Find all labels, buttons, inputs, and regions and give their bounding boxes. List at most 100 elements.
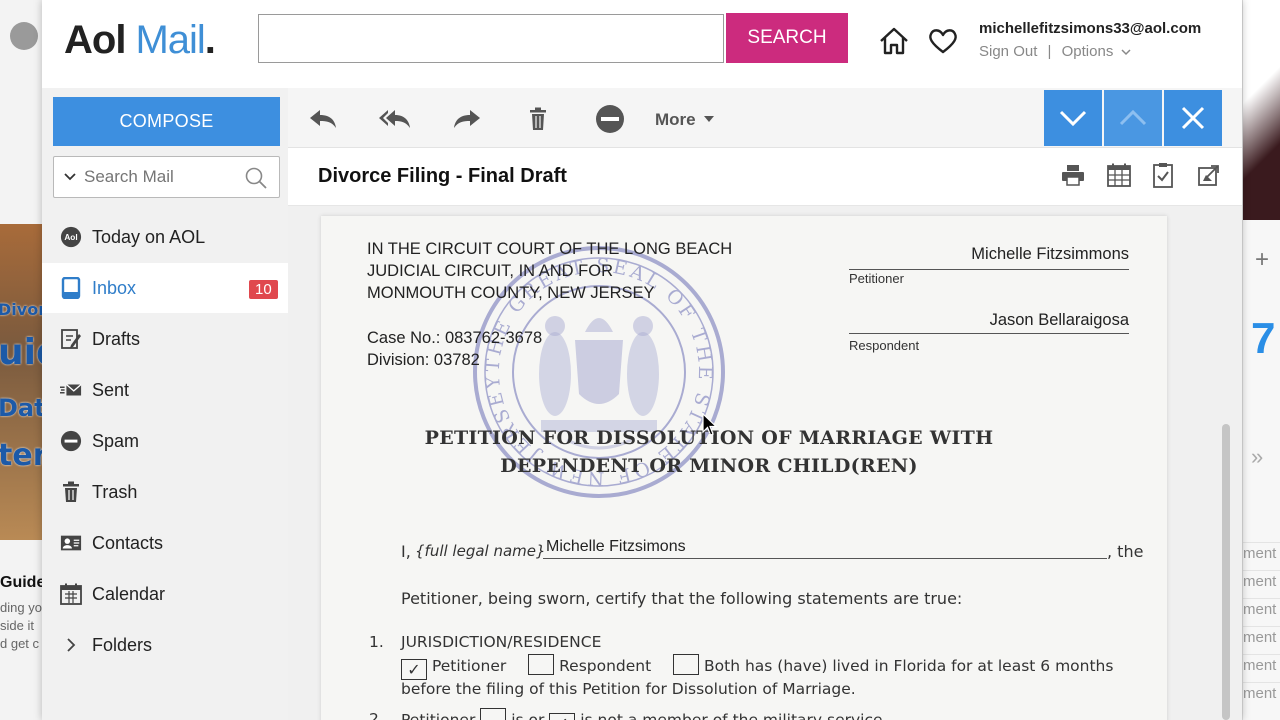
background-promo-image: Divor uid Dat ter [0, 224, 42, 540]
unread-count-badge: 10 [249, 280, 278, 299]
the-suffix: , the [1107, 542, 1144, 561]
scrollbar-thumb[interactable] [1222, 424, 1230, 720]
sidebar-item-calendar[interactable]: Calendar [42, 569, 288, 619]
home-icon[interactable] [878, 26, 910, 61]
search-button[interactable]: SEARCH [726, 13, 848, 63]
full-legal-name-value: Michelle Fitzsimons [546, 538, 686, 555]
background-menu-fragment: ment [1243, 682, 1280, 706]
aol-mail-logo[interactable]: Aol Mail. [64, 18, 216, 63]
sidebar-item-trash[interactable]: Trash [42, 467, 288, 517]
popout-button[interactable] [1196, 162, 1222, 188]
background-menu-fragment: ment [1243, 570, 1280, 594]
name-underline [543, 558, 1107, 559]
search-mail-box [53, 156, 280, 198]
print-icon [1062, 165, 1084, 186]
sidebar-item-label: Folders [92, 634, 153, 655]
print-button[interactable] [1060, 162, 1086, 188]
case-number: Case No.: 083762-3678 [367, 329, 543, 347]
background-menu-fragment: ment [1243, 598, 1280, 622]
residence-continuation: before the filing of this Petition for D… [401, 680, 856, 698]
background-menu-fragment: ment [1243, 626, 1280, 650]
chevron-up-icon [1119, 109, 1147, 126]
i-prefix: I, [401, 542, 411, 561]
search-icon[interactable] [244, 166, 268, 195]
attached-document: THE GREAT SEAL OF THE STATE OF NEW JERSE… [321, 216, 1167, 720]
delete-button[interactable] [520, 102, 556, 136]
trash-icon [530, 107, 546, 130]
item-heading: JURISDICTION/RESIDENCE [401, 633, 602, 651]
background-menu-fragment: ment [1243, 542, 1280, 566]
mouse-cursor-icon [702, 413, 718, 436]
search-input[interactable] [258, 14, 724, 63]
respondent-name: Jason Bellaraigosa [989, 311, 1129, 329]
sidebar-item-spam[interactable]: Spam [42, 416, 288, 466]
previous-message-button[interactable] [1104, 90, 1162, 146]
promo-word: ter [0, 438, 42, 473]
military-text: is or [511, 711, 545, 720]
military-checkbox [480, 708, 507, 720]
sidebar-item-today-on-aol[interactable]: Aol Today on AOL [42, 212, 288, 262]
option-label: Respondent [559, 657, 652, 675]
svg-text:Aol: Aol [64, 233, 77, 242]
background-snippet: d get c [0, 636, 40, 651]
sign-out-link[interactable]: Sign Out [979, 43, 1037, 60]
petitioner-label: Petitioner [849, 271, 904, 286]
forward-icon [454, 110, 480, 128]
sidebar-item-label: Calendar [92, 583, 166, 604]
division-number: Division: 03782 [367, 351, 480, 369]
reply-all-button[interactable] [377, 102, 413, 136]
close-message-button[interactable] [1164, 90, 1222, 146]
promo-word: uid [0, 332, 42, 373]
petitioner-name: Michelle Fitzsimmons [971, 245, 1129, 263]
message-toolbar: More [288, 88, 1242, 148]
petitioner-checkbox: ✓ [401, 659, 427, 680]
heart-icon[interactable] [928, 28, 958, 59]
item-number: 2. [369, 710, 384, 720]
sidebar: COMPOSE Aol Today on AOL Inbox 10 Drafts… [42, 88, 288, 720]
clipboard-check-icon [1153, 163, 1173, 188]
message-subject-row: Divorce Filing - Final Draft [288, 148, 1242, 206]
sidebar-item-drafts[interactable]: Drafts [42, 314, 288, 364]
logo-aol: Aol [64, 18, 126, 62]
close-icon [1181, 106, 1205, 130]
scrollbar[interactable] [1220, 424, 1232, 720]
calendar-button[interactable] [1106, 162, 1132, 188]
message-subject: Divorce Filing - Final Draft [318, 165, 567, 187]
options-link[interactable]: Options [1062, 43, 1132, 60]
reply-button[interactable] [305, 102, 341, 136]
full-legal-name-label: {full legal name} [415, 542, 546, 560]
spam-button[interactable] [592, 102, 628, 136]
compose-button[interactable]: COMPOSE [53, 97, 280, 146]
sidebar-item-label: Spam [92, 430, 140, 451]
more-menu[interactable]: More [655, 110, 715, 130]
residence-options: ✓ Petitioner Respondent Both has (have) … [401, 654, 1113, 680]
options-label: Options [1061, 43, 1114, 60]
chevron-down-icon[interactable] [64, 168, 76, 184]
sidebar-item-folders[interactable]: Folders [42, 620, 288, 670]
court-heading-line: MONMOUTH COUNTY, NEW JERSEY [367, 284, 655, 302]
logo-mail: Mail [135, 18, 205, 62]
task-button[interactable] [1150, 162, 1176, 188]
court-heading-line: IN THE CIRCUIT COURT OF THE LONG BEACH [367, 240, 733, 258]
background-window-right: + 7 » ment ment ment ment ment ment [1242, 0, 1280, 720]
option-label: Petitioner [431, 657, 507, 675]
spam-icon [60, 430, 82, 452]
promo-word: Divor [0, 300, 42, 319]
promo-word: Dat [0, 394, 42, 422]
calendar-icon [60, 583, 82, 605]
sidebar-item-contacts[interactable]: Contacts [42, 518, 288, 568]
sidebar-item-label: Drafts [92, 328, 141, 349]
sidebar-item-inbox[interactable]: Inbox 10 [42, 263, 288, 313]
sidebar-item-label: Today on AOL [92, 226, 206, 247]
sidebar-item-sent[interactable]: Sent [42, 365, 288, 415]
military-text: Petitioner [401, 711, 476, 720]
inbox-icon [60, 277, 82, 299]
chevron-down-icon [1121, 49, 1131, 56]
next-message-button[interactable] [1044, 90, 1102, 146]
calendar-icon [1107, 163, 1131, 187]
forward-button[interactable] [449, 102, 485, 136]
message-body[interactable]: THE GREAT SEAL OF THE STATE OF NEW JERSE… [288, 206, 1242, 720]
background-snippet: side it [0, 618, 34, 633]
respondent-checkbox [528, 654, 555, 675]
search-mail-input[interactable] [84, 165, 234, 189]
